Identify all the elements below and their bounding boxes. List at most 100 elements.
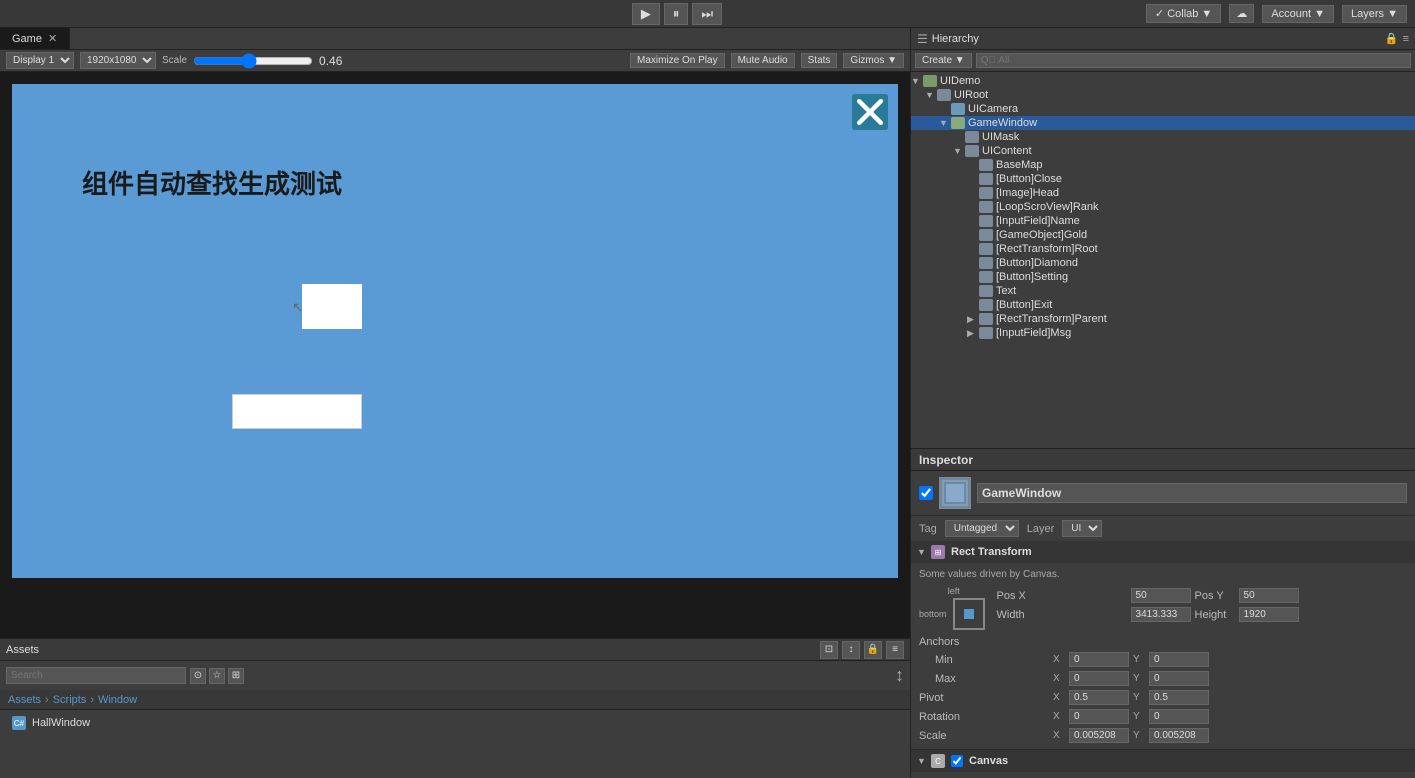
hierarchy-item[interactable]: UIMask bbox=[911, 130, 1415, 144]
search-label-btn[interactable]: ⊞ bbox=[228, 668, 244, 684]
anchors-row: Anchors bbox=[919, 634, 1407, 650]
hierarchy-item[interactable]: [Button]Diamond bbox=[911, 256, 1415, 270]
hierarchy-item[interactable]: ▼GameWindow bbox=[911, 116, 1415, 130]
hierarchy-item[interactable]: [Button]Close bbox=[911, 172, 1415, 186]
hierarchy-item[interactable]: ▼UIDemo bbox=[911, 74, 1415, 88]
search-scope-btn[interactable]: ⊙ bbox=[190, 668, 206, 684]
h-item-label: BaseMap bbox=[996, 159, 1042, 171]
search-type-btn[interactable]: ☆ bbox=[209, 668, 225, 684]
bottom-label: bottom bbox=[919, 609, 947, 619]
maximize-btn[interactable]: Maximize On Play bbox=[630, 53, 725, 68]
hierarchy-item[interactable]: ▶[RectTransform]Parent bbox=[911, 312, 1415, 326]
play-button[interactable]: ▶ bbox=[632, 3, 660, 25]
rot-y-input[interactable] bbox=[1149, 709, 1209, 724]
scale-y-input[interactable] bbox=[1149, 728, 1209, 743]
close-x-button[interactable] bbox=[850, 92, 890, 132]
hierarchy-item[interactable]: UICamera bbox=[911, 102, 1415, 116]
hierarchy-tab: ☰ Hierarchy bbox=[917, 32, 979, 46]
pivot-x-input[interactable] bbox=[1069, 690, 1129, 705]
game-tab[interactable]: Game ✕ bbox=[0, 28, 70, 49]
bottom-icon-2[interactable]: ↕ bbox=[842, 641, 860, 659]
hierarchy-item[interactable]: BaseMap bbox=[911, 158, 1415, 172]
canvas-header[interactable]: ▼ C Canvas bbox=[911, 750, 1415, 772]
mute-btn[interactable]: Mute Audio bbox=[731, 53, 795, 68]
bottom-icon-lock[interactable]: 🔒 bbox=[864, 641, 882, 659]
height-input[interactable] bbox=[1239, 607, 1299, 622]
hierarchy-item[interactable]: [Button]Setting bbox=[911, 270, 1415, 284]
account-button[interactable]: Account ▼ bbox=[1262, 5, 1334, 23]
inspector-obj-header bbox=[911, 471, 1415, 516]
pivot-label: Pivot bbox=[919, 692, 1049, 704]
h-item-label: UIDemo bbox=[940, 75, 980, 87]
hierarchy-item[interactable]: ▶[InputField]Msg bbox=[911, 326, 1415, 340]
h-item-label: UIRoot bbox=[954, 89, 988, 101]
hierarchy-item[interactable]: [LoopScroView]Rank bbox=[911, 200, 1415, 214]
hierarchy-item[interactable]: [RectTransform]Root bbox=[911, 242, 1415, 256]
hierarchy-item[interactable]: ▼UIRoot bbox=[911, 88, 1415, 102]
rect-transform-header[interactable]: ▼ ⊞ Rect Transform bbox=[911, 541, 1415, 563]
bottom-icon-menu[interactable]: ≡ bbox=[886, 641, 904, 659]
gizmos-btn[interactable]: Gizmos ▼ bbox=[843, 53, 904, 68]
hierarchy-item[interactable]: [Image]Head bbox=[911, 186, 1415, 200]
resolution-select[interactable]: 1920x1080 bbox=[80, 52, 156, 69]
anchor-min-x-input[interactable] bbox=[1069, 652, 1129, 667]
hierarchy-search-input[interactable] bbox=[976, 53, 1411, 68]
scale-slider[interactable] bbox=[193, 51, 313, 71]
canvas-arrow: ▼ bbox=[917, 756, 927, 766]
collab-button[interactable]: ✓ Collab ▼ bbox=[1146, 4, 1221, 23]
anchor-min-y-input[interactable] bbox=[1149, 652, 1209, 667]
rotation-row: Rotation X Y bbox=[919, 707, 1407, 726]
scale-value: 0.46 bbox=[319, 54, 342, 68]
width-input[interactable] bbox=[1131, 607, 1191, 622]
layer-select[interactable]: UI bbox=[1062, 520, 1102, 537]
hierarchy-item[interactable]: [GameObject]Gold bbox=[911, 228, 1415, 242]
breadcrumb-scripts[interactable]: Scripts bbox=[53, 694, 87, 706]
obj-name-input[interactable] bbox=[977, 483, 1407, 503]
scale-x-input[interactable] bbox=[1069, 728, 1129, 743]
h-node-icon bbox=[979, 187, 993, 199]
h-item-label: UICamera bbox=[968, 103, 1018, 115]
layers-button[interactable]: Layers ▼ bbox=[1342, 5, 1407, 23]
hierarchy-create-btn[interactable]: Create ▼ bbox=[915, 53, 972, 68]
hierarchy-item[interactable]: Text bbox=[911, 284, 1415, 298]
hierarchy-menu-btn[interactable]: ≡ bbox=[1403, 33, 1409, 45]
anchor-diagram: left bottom bbox=[919, 586, 989, 630]
bottom-expand-btn[interactable]: ↕ bbox=[895, 665, 904, 686]
hierarchy-item[interactable]: ▼UIContent bbox=[911, 144, 1415, 158]
game-tab-label: Game bbox=[12, 33, 42, 45]
h-node-icon bbox=[979, 215, 993, 227]
canvas-enabled-checkbox[interactable] bbox=[951, 755, 963, 767]
assets-search-input[interactable] bbox=[6, 667, 186, 684]
hierarchy-item[interactable]: [InputField]Name bbox=[911, 214, 1415, 228]
bottom-search-icons: ⊙ ☆ ⊞ bbox=[190, 668, 244, 684]
h-item-label: [Image]Head bbox=[996, 187, 1059, 199]
cloud-button[interactable]: ☁ bbox=[1229, 4, 1254, 23]
game-viewport: 组件自动查找生成测试 ↖ bbox=[0, 72, 910, 638]
stats-btn[interactable]: Stats bbox=[801, 53, 838, 68]
h-node-icon bbox=[979, 313, 993, 325]
anchor-max-y-input[interactable] bbox=[1149, 671, 1209, 686]
hierarchy-item[interactable]: [Button]Exit bbox=[911, 298, 1415, 312]
bottom-panel-icons: ⊡ ↕ 🔒 ≡ bbox=[820, 641, 904, 659]
pause-button[interactable]: ⏸ bbox=[664, 3, 689, 25]
breadcrumb-window[interactable]: Window bbox=[98, 694, 137, 706]
pos-y-input[interactable] bbox=[1239, 588, 1299, 603]
hierarchy-lock-btn[interactable]: 🔒 bbox=[1385, 32, 1399, 45]
tag-select[interactable]: Untagged bbox=[945, 520, 1019, 537]
h-item-label: [InputField]Name bbox=[996, 215, 1080, 227]
rot-y-label: Y bbox=[1133, 711, 1145, 722]
rot-x-input[interactable] bbox=[1069, 709, 1129, 724]
file-list: C# HallWindow bbox=[0, 710, 910, 778]
step-button[interactable]: ⏭ bbox=[692, 3, 722, 25]
bottom-icon-1[interactable]: ⊡ bbox=[820, 641, 838, 659]
anchor-max-x-input[interactable] bbox=[1069, 671, 1129, 686]
pos-x-input[interactable] bbox=[1131, 588, 1191, 603]
bottom-search-bar: ⊙ ☆ ⊞ ↕ bbox=[0, 661, 910, 690]
breadcrumb-assets[interactable]: Assets bbox=[8, 694, 41, 706]
display-select[interactable]: Display 1 bbox=[6, 52, 74, 69]
list-item[interactable]: C# HallWindow bbox=[8, 714, 902, 732]
obj-enabled-checkbox[interactable] bbox=[919, 486, 933, 500]
hierarchy-panel-actions: 🔒 ≡ bbox=[1385, 32, 1409, 45]
pivot-y-input[interactable] bbox=[1149, 690, 1209, 705]
game-tab-close[interactable]: ✕ bbox=[48, 32, 57, 45]
